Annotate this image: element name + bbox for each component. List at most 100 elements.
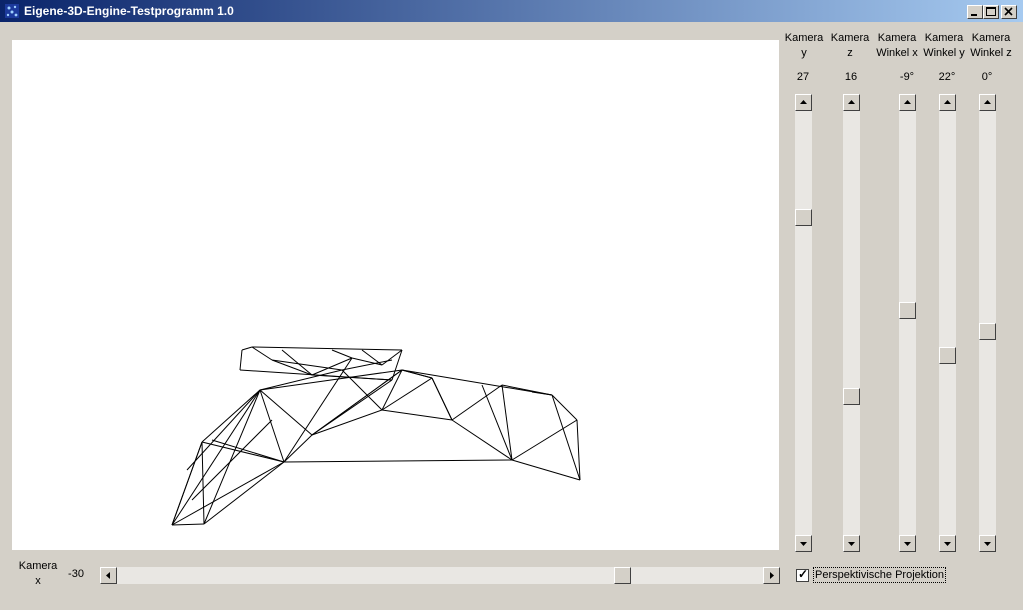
slider-3-value: -9° [899,71,915,83]
slider-2-label-line2: z [847,47,853,59]
slider-5-value: 0° [981,71,993,83]
arrow-down-icon [904,542,911,546]
arrow-up-icon [800,100,807,104]
wireframe-edge [451,384,503,421]
scroll-right-button[interactable] [763,567,780,584]
slider-1-label: Kamera y [781,31,827,61]
vertical-slider-1[interactable] [795,94,812,552]
wireframe-edge [451,419,513,461]
wireframe-edge [551,394,581,481]
slider-5-label-line2: Winkel z [970,47,1012,59]
arrow-down-icon [848,542,855,546]
wireframe-edge [171,461,285,526]
arrow-up-icon [944,100,951,104]
wireframe-edge [391,349,403,381]
arrow-up-icon [984,100,991,104]
vertical-slider-4-thumb[interactable] [939,347,956,364]
minimize-icon [971,14,977,16]
arrow-down-icon [800,542,807,546]
scroll-up-button[interactable] [843,94,860,111]
wireframe-edge [171,441,203,526]
wireframe-edge [271,359,343,371]
wireframe-edge [191,419,273,501]
camera-x-label-line1: Kamera [18,560,58,572]
slider-2-label-line1: Kamera [830,32,870,44]
camera-x-slider[interactable] [100,567,780,584]
window-title: Eigene-3D-Engine-Testprogramm 1.0 [24,4,234,18]
wireframe-edge [283,459,513,463]
slider-1-label-line2: y [801,47,807,59]
render-canvas[interactable] [12,40,779,550]
slider-4-value: 22° [938,71,956,83]
wireframe-edge [283,434,313,463]
wireframe-edge [251,346,273,361]
vertical-slider-2-thumb[interactable] [843,388,860,405]
app-icon [5,4,19,18]
wireframe-edge [531,391,553,396]
scroll-up-button[interactable] [979,94,996,111]
app-window: Eigene-3D-Engine-Testprogramm 1.0 Kamera… [0,0,1023,610]
slider-1-label-line1: Kamera [784,32,824,44]
wireframe-edge [171,523,205,526]
scroll-up-button[interactable] [939,94,956,111]
scroll-down-button[interactable] [979,535,996,552]
wireframe-edge [203,389,261,525]
scroll-left-button[interactable] [100,567,117,584]
scroll-down-button[interactable] [843,535,860,552]
wireframe-edge [186,389,261,471]
wireframe-edge [241,346,253,351]
wireframe-edge [431,377,453,421]
slider-3-label: Kamera Winkel x [873,31,921,61]
wireframe-edge [331,349,353,359]
scroll-up-button[interactable] [899,94,916,111]
maximize-button[interactable] [983,5,999,19]
wireframe-edge [203,461,285,525]
wireframe-edge [511,459,581,481]
slider-5-label: Kamera Winkel z [968,31,1014,61]
minimize-button[interactable] [967,5,983,19]
slider-4-label-line2: Winkel y [923,47,965,59]
scroll-down-button[interactable] [939,535,956,552]
wireframe-edge [311,409,383,436]
wireframe-model [171,346,581,526]
wireframe-edge [171,389,261,526]
slider-4-label-line1: Kamera [924,32,964,44]
arrow-down-icon [984,542,991,546]
slider-4-label: Kamera Winkel y [921,31,967,61]
vertical-slider-4[interactable] [939,94,956,552]
arrow-right-icon [770,572,774,579]
scroll-up-button[interactable] [795,94,812,111]
slider-1-value: 27 [796,71,810,83]
vertical-slider-3-thumb[interactable] [899,302,916,319]
arrow-up-icon [848,100,855,104]
slider-3-label-line1: Kamera [877,32,917,44]
arrow-down-icon [944,542,951,546]
arrow-up-icon [904,100,911,104]
wireframe-edge [311,374,393,381]
vertical-slider-1-thumb[interactable] [795,209,812,226]
vertical-slider-3[interactable] [899,94,916,552]
close-button[interactable] [1001,5,1017,19]
slider-5-label-line1: Kamera [971,32,1011,44]
slider-3-label-line2: Winkel x [876,47,918,59]
vertical-slider-2[interactable] [843,94,860,552]
title-bar[interactable]: Eigene-3D-Engine-Testprogramm 1.0 [0,0,1023,22]
vertical-slider-5-thumb[interactable] [979,323,996,340]
slider-2-label: Kamera z [828,31,872,61]
perspective-checkbox[interactable]: ✓ [796,567,809,582]
vertical-slider-5[interactable] [979,94,996,552]
camera-x-label: Kamera x [18,559,58,589]
perspective-label[interactable]: Perspektivische Projektion [813,567,947,583]
wireframe-edge [201,441,205,525]
camera-x-slider-thumb[interactable] [614,567,631,584]
maximize-icon [986,7,996,16]
wireframe-edge [381,409,453,421]
checkmark-icon: ✓ [798,567,809,581]
scroll-down-button[interactable] [795,535,812,552]
slider-2-value: 16 [844,71,858,83]
wireframe-edge [239,349,243,371]
scroll-down-button[interactable] [899,535,916,552]
camera-x-label-line2: x [35,575,41,587]
wireframe-edge [201,441,285,463]
wireframe-edge [251,346,403,351]
